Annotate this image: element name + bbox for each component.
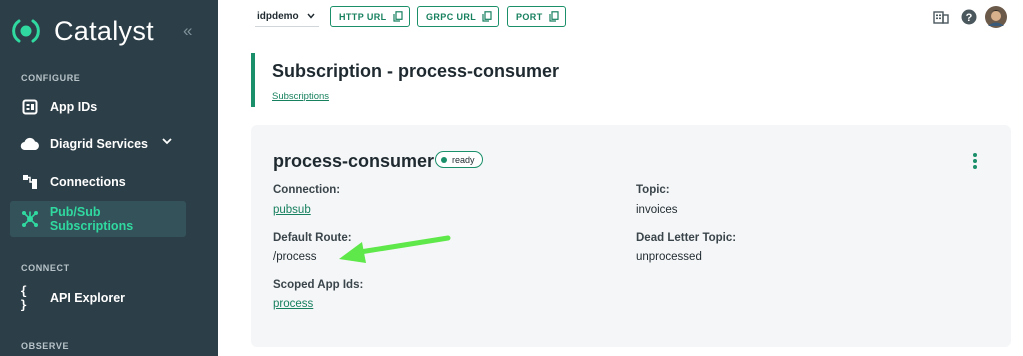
copy-icon <box>482 11 492 22</box>
catalyst-logo-icon <box>12 19 40 43</box>
port-button[interactable]: PORT <box>507 6 566 27</box>
status-badge: ready <box>435 151 483 168</box>
annotation-arrow-icon <box>339 235 451 263</box>
breadcrumb-subscriptions[interactable]: Subscriptions <box>272 91 559 102</box>
copy-icon <box>392 11 403 22</box>
grpc-url-label: GRPC URL <box>426 11 477 22</box>
user-avatar-icon[interactable] <box>985 6 1007 28</box>
pubsub-icon <box>20 210 40 228</box>
brand[interactable]: Catalyst <box>10 13 154 49</box>
scoped-app-ids-label: Scoped App Ids: <box>273 279 364 291</box>
connections-icon <box>20 173 40 191</box>
collapse-sidebar-icon[interactable]: « <box>183 22 192 39</box>
page-title: Subscription - process-consumer <box>272 61 560 81</box>
default-route-value: /process <box>273 251 317 263</box>
status-text: ready <box>452 154 475 165</box>
sidebar-item-pubsub-subscriptions[interactable]: Pub/Sub Subscriptions <box>10 201 186 237</box>
cloud-icon <box>20 135 40 153</box>
org-select-value: idpdemo <box>257 11 299 22</box>
chevron-down-icon[interactable] <box>162 137 172 145</box>
connection-label: Connection: <box>273 184 341 196</box>
topic-value: invoices <box>636 204 678 216</box>
app-ids-icon <box>20 98 40 116</box>
org-select[interactable]: idpdemo <box>255 7 319 27</box>
dead-letter-topic-value: unprocessed <box>636 251 702 263</box>
svg-text:?: ? <box>966 12 973 24</box>
sidebar-item-label: Connections <box>50 175 126 189</box>
connection-link[interactable]: pubsub <box>273 204 311 216</box>
sidebar-item-label: App IDs <box>50 100 98 114</box>
http-url-label: HTTP URL <box>339 11 387 22</box>
app-name: Catalyst <box>54 15 154 46</box>
sidebar-item-api-explorer[interactable]: { } API Explorer <box>10 280 186 316</box>
page-header: Subscription - process-consumer Subscrip… <box>251 53 559 107</box>
sidebar-item-diagrid-services[interactable]: Diagrid Services <box>10 126 186 162</box>
organization-icon[interactable] <box>933 9 949 25</box>
copy-icon <box>549 11 559 22</box>
port-label: PORT <box>516 11 543 22</box>
chevron-down-icon <box>307 13 315 19</box>
grpc-url-button[interactable]: GRPC URL <box>417 6 500 27</box>
more-options-icon[interactable] <box>972 153 978 171</box>
sidebar-item-label: Pub/Sub Subscriptions <box>49 205 134 233</box>
sidebar-item-connections[interactable]: Connections <box>10 164 186 200</box>
subscription-name: process-consumer <box>273 151 435 171</box>
status-dot <box>441 156 447 163</box>
dead-letter-topic-label: Dead Letter Topic: <box>636 232 737 244</box>
sidebar: Catalyst « CONFIGURE App IDs Diagrid Ser… <box>0 0 218 356</box>
topic-label: Topic: <box>636 184 670 196</box>
http-url-button[interactable]: HTTP URL <box>330 6 410 27</box>
section-label-configure: CONFIGURE <box>21 73 81 83</box>
section-label-observe: OBSERVE <box>21 341 70 351</box>
sidebar-item-app-ids[interactable]: App IDs <box>10 89 186 125</box>
scoped-app-id-link[interactable]: process <box>273 298 313 310</box>
braces-icon: { } <box>20 284 28 312</box>
top-bar: idpdemo HTTP URL GRPC URL PORT ? <box>218 0 1023 34</box>
sidebar-item-label: API Explorer <box>50 291 126 305</box>
section-label-connect: CONNECT <box>21 263 70 273</box>
top-icons: ? <box>933 6 1007 28</box>
sidebar-item-label: Diagrid Services <box>50 137 148 151</box>
help-icon[interactable]: ? <box>961 9 977 25</box>
